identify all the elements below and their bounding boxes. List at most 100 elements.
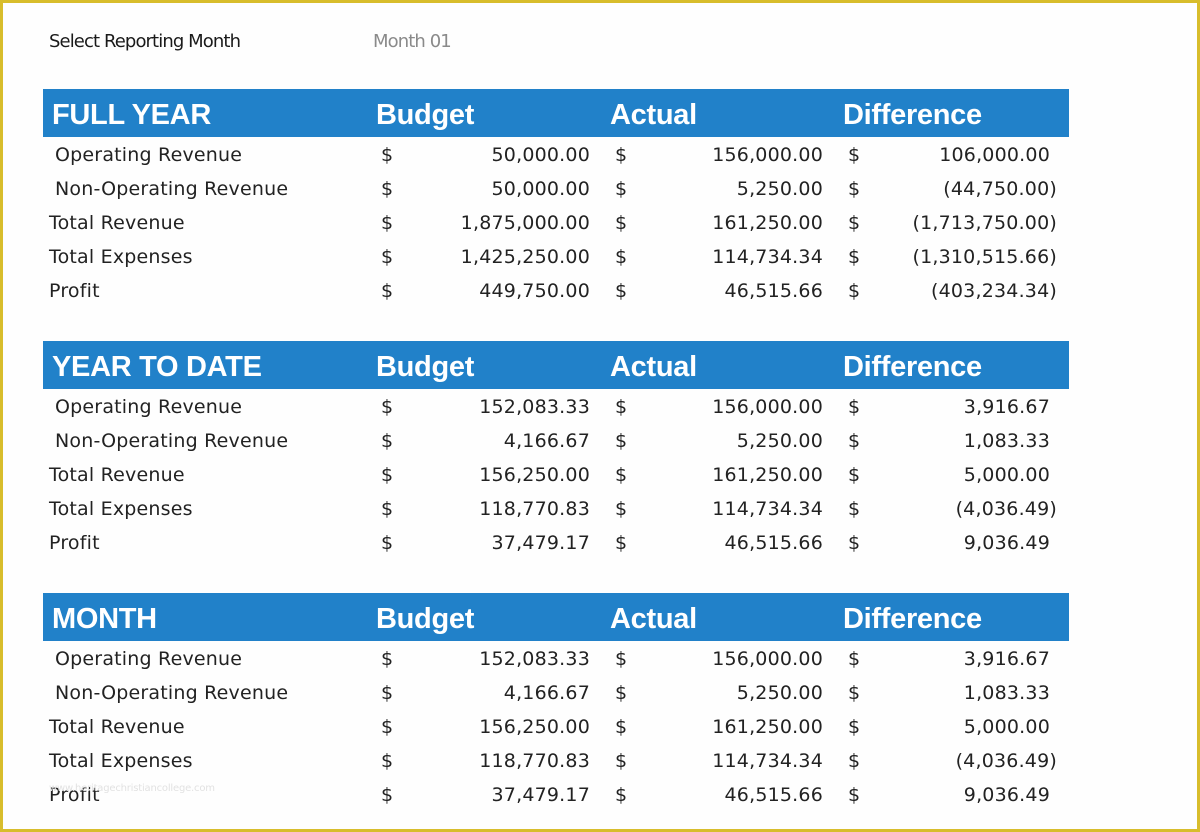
budget-currency-symbol: $ bbox=[381, 716, 394, 738]
section-title: FULL YEAR bbox=[52, 99, 211, 131]
budget-value: 1,875,000.00 bbox=[460, 212, 590, 234]
difference-value: 3,916.67 bbox=[963, 396, 1050, 418]
actual-currency-symbol: $ bbox=[615, 682, 628, 704]
difference-currency-symbol: $ bbox=[848, 532, 861, 554]
actual-value: 156,000.00 bbox=[712, 144, 823, 166]
actual-currency-symbol: $ bbox=[615, 716, 628, 738]
actual-currency-symbol: $ bbox=[615, 464, 628, 486]
actual-value: 156,000.00 bbox=[712, 648, 823, 670]
row-label: Operating Revenue bbox=[55, 144, 243, 166]
actual-value: 161,250.00 bbox=[712, 464, 823, 486]
budget-currency-symbol: $ bbox=[381, 682, 394, 704]
row-label: Non-Operating Revenue bbox=[55, 682, 289, 704]
reporting-month-selector: Select Reporting Month Month 01 bbox=[49, 29, 549, 55]
budget-currency-symbol: $ bbox=[381, 430, 394, 452]
budget-value: 449,750.00 bbox=[479, 280, 590, 302]
column-header-actual: Actual bbox=[610, 99, 697, 131]
difference-value: 1,083.33 bbox=[963, 430, 1050, 452]
actual-value: 161,250.00 bbox=[712, 716, 823, 738]
budget-currency-symbol: $ bbox=[381, 464, 394, 486]
row-label: Total Expenses bbox=[49, 750, 193, 772]
budget-currency-symbol: $ bbox=[381, 246, 394, 268]
reporting-month-dropdown[interactable]: Month 01 bbox=[373, 29, 452, 55]
column-header-difference: Difference bbox=[843, 351, 982, 383]
budget-value: 37,479.17 bbox=[491, 784, 590, 806]
budget-currency-symbol: $ bbox=[381, 498, 394, 520]
section-title: YEAR TO DATE bbox=[52, 351, 262, 383]
section-header: FULL YEAR Budget Actual Difference bbox=[43, 89, 1069, 137]
budget-currency-symbol: $ bbox=[381, 784, 394, 806]
row-label: Operating Revenue bbox=[55, 648, 243, 670]
table-row: Total Expenses $118,770.83 $114,734.34 $ (4,… bbox=[43, 743, 1069, 777]
actual-value: 5,250.00 bbox=[736, 430, 823, 452]
section-header: YEAR TO DATE Budget Actual Difference bbox=[43, 341, 1069, 389]
budget-value: 118,770.83 bbox=[479, 750, 590, 772]
table-row: Operating Revenue $152,083.33 $156,000.00 $… bbox=[43, 641, 1069, 675]
row-label: Total Revenue bbox=[49, 716, 185, 738]
actual-value: 46,515.66 bbox=[724, 280, 823, 302]
column-header-difference: Difference bbox=[843, 603, 982, 635]
table-row: Profit $37,479.17 $46,515.66 $9,036.49 bbox=[43, 777, 1069, 811]
difference-currency-symbol: $ bbox=[848, 784, 861, 806]
column-header-budget: Budget bbox=[376, 603, 475, 635]
column-header-budget: Budget bbox=[376, 99, 475, 131]
difference-value: (1,713,750.00) bbox=[912, 212, 1057, 234]
budget-currency-symbol: $ bbox=[381, 396, 394, 418]
difference-value: (4,036.49) bbox=[955, 498, 1057, 520]
budget-value: 152,083.33 bbox=[479, 396, 590, 418]
actual-value: 156,000.00 bbox=[712, 396, 823, 418]
table-row: Total Expenses $1,425,250.00 $114,734.34 $ (… bbox=[43, 239, 1069, 273]
actual-currency-symbol: $ bbox=[615, 430, 628, 452]
difference-currency-symbol: $ bbox=[848, 750, 861, 772]
budget-value: 152,083.33 bbox=[479, 648, 590, 670]
actual-value: 5,250.00 bbox=[736, 682, 823, 704]
difference-value: 1,083.33 bbox=[963, 682, 1050, 704]
difference-currency-symbol: $ bbox=[848, 178, 861, 200]
row-label: Operating Revenue bbox=[55, 396, 243, 418]
section-year-to-date: YEAR TO DATE Budget Actual Difference Op… bbox=[43, 341, 1069, 559]
row-label: Total Revenue bbox=[49, 212, 185, 234]
column-header-actual: Actual bbox=[610, 603, 697, 635]
actual-currency-symbol: $ bbox=[615, 280, 628, 302]
budget-currency-symbol: $ bbox=[381, 648, 394, 670]
table-row: Profit $37,479.17 $46,515.66 $9,036.49 bbox=[43, 525, 1069, 559]
actual-value: 46,515.66 bbox=[724, 532, 823, 554]
table-row: Operating Revenue $50,000.00 $156,000.00 $1… bbox=[43, 137, 1069, 171]
actual-value: 161,250.00 bbox=[712, 212, 823, 234]
table-row: Total Expenses $118,770.83 $114,734.34 $ (4,… bbox=[43, 491, 1069, 525]
difference-currency-symbol: $ bbox=[848, 280, 861, 302]
budget-value: 37,479.17 bbox=[491, 532, 590, 554]
column-header-difference: Difference bbox=[843, 99, 982, 131]
difference-currency-symbol: $ bbox=[848, 648, 861, 670]
difference-value: 9,036.49 bbox=[963, 532, 1050, 554]
difference-currency-symbol: $ bbox=[848, 246, 861, 268]
difference-value: 106,000.00 bbox=[939, 144, 1050, 166]
difference-value: 3,916.67 bbox=[963, 648, 1050, 670]
section-header: MONTH Budget Actual Difference bbox=[43, 593, 1069, 641]
table-row: Operating Revenue $152,083.33 $156,000.00 $… bbox=[43, 389, 1069, 423]
actual-value: 46,515.66 bbox=[724, 784, 823, 806]
actual-currency-symbol: $ bbox=[615, 246, 628, 268]
difference-value: 5,000.00 bbox=[963, 464, 1050, 486]
row-label: Total Expenses bbox=[49, 246, 193, 268]
actual-currency-symbol: $ bbox=[615, 212, 628, 234]
budget-value: 50,000.00 bbox=[491, 144, 590, 166]
budget-currency-symbol: $ bbox=[381, 280, 394, 302]
actual-currency-symbol: $ bbox=[615, 498, 628, 520]
budget-currency-symbol: $ bbox=[381, 750, 394, 772]
actual-currency-symbol: $ bbox=[615, 648, 628, 670]
actual-currency-symbol: $ bbox=[615, 178, 628, 200]
actual-currency-symbol: $ bbox=[615, 750, 628, 772]
difference-value: (1,310,515.66) bbox=[912, 246, 1057, 268]
budget-value: 1,425,250.00 bbox=[460, 246, 590, 268]
actual-currency-symbol: $ bbox=[615, 396, 628, 418]
budget-currency-symbol: $ bbox=[381, 532, 394, 554]
reporting-month-label: Select Reporting Month bbox=[49, 31, 241, 52]
budget-currency-symbol: $ bbox=[381, 178, 394, 200]
actual-value: 114,734.34 bbox=[712, 498, 823, 520]
section-month: MONTH Budget Actual Difference Operating… bbox=[43, 593, 1069, 811]
budget-value: 156,250.00 bbox=[479, 464, 590, 486]
difference-currency-symbol: $ bbox=[848, 682, 861, 704]
table-row: Total Revenue $1,875,000.00 $161,250.00 $ (1… bbox=[43, 205, 1069, 239]
table-row: Total Revenue $156,250.00 $161,250.00 $5,00… bbox=[43, 709, 1069, 743]
